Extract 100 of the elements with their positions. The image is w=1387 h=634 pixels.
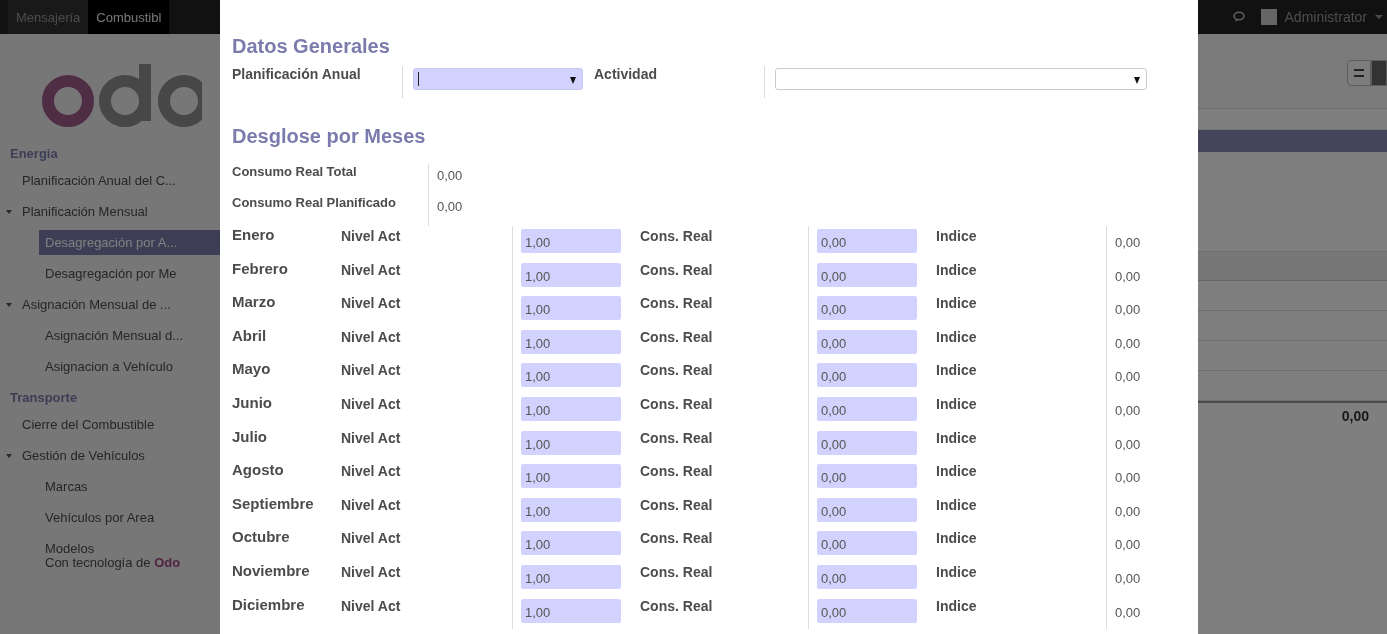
field-label: Nivel Act <box>341 596 402 616</box>
kanban-view-button[interactable] <box>1371 60 1387 86</box>
number-input[interactable]: 1,00 <box>521 329 621 354</box>
field-value: 0,00 <box>1115 369 1141 385</box>
month-label: Diciembre <box>232 595 306 615</box>
field-label: Cons. Real <box>639 361 714 381</box>
month-label: Noviembre <box>232 561 311 581</box>
month-label: Agosto <box>232 461 285 481</box>
number-input[interactable]: 1,00 <box>521 229 621 253</box>
field-label: Indice <box>935 462 978 482</box>
powered-by-text: Con tecnología de Odo <box>44 556 182 569</box>
month-label: Junio <box>232 393 273 413</box>
total-value: 0,00 <box>1341 408 1369 424</box>
section-title: Energia <box>9 145 59 163</box>
field-label: Indice <box>935 361 978 381</box>
number-input[interactable]: 0,00 <box>817 363 917 388</box>
sidebar-item[interactable]: Desagregación por Me <box>39 261 183 286</box>
field-label: Cons. Real <box>639 394 714 414</box>
field-value: 0,00 <box>437 199 463 214</box>
number-input[interactable]: 0,00 <box>817 329 917 354</box>
sidebar-item[interactable]: Cierre del Combustible <box>16 412 161 437</box>
field-label: Consumo Real Planificado <box>232 195 397 212</box>
expand-caret-icon[interactable] <box>6 453 12 458</box>
number-input[interactable]: 1,00 <box>521 598 621 623</box>
number-input[interactable]: 0,00 <box>817 497 917 522</box>
sidebar-item[interactable]: Asignación Mensual d... <box>39 323 190 348</box>
field-label: Indice <box>935 327 978 347</box>
caret-icon <box>570 77 576 84</box>
field-value: 0,00 <box>1115 604 1141 620</box>
field-label: Cons. Real <box>639 562 714 582</box>
field-label: Indice <box>935 495 978 515</box>
month-label: Mayo <box>232 360 272 380</box>
field-value: 0,00 <box>1115 436 1141 452</box>
number-input[interactable]: 0,00 <box>817 531 917 556</box>
month-label: Abril <box>232 326 268 346</box>
field-label: Cons. Real <box>639 428 714 448</box>
number-input[interactable]: 1,00 <box>521 430 621 455</box>
avatar-icon <box>1260 9 1277 25</box>
field-value: 0,00 <box>437 168 463 183</box>
expand-caret-icon[interactable] <box>6 209 12 214</box>
number-input[interactable]: 1,00 <box>521 296 621 321</box>
field-value: 0,00 <box>1115 570 1141 586</box>
number-input[interactable]: 1,00 <box>521 564 621 589</box>
number-input[interactable]: 0,00 <box>817 564 917 589</box>
field-value: 0,00 <box>1115 335 1141 351</box>
sidebar-item[interactable]: Asignacion a Vehículo <box>39 354 179 379</box>
select-field[interactable] <box>775 68 1147 90</box>
field-label: Nivel Act <box>341 260 402 280</box>
month-label: Enero <box>232 226 276 245</box>
field-label: Nivel Act <box>341 529 402 549</box>
field-label: Indice <box>935 394 978 414</box>
sidebar-item[interactable]: Planificación Anual del C... <box>16 168 182 193</box>
number-input[interactable]: 1,00 <box>521 396 621 421</box>
number-input[interactable]: 1,00 <box>521 363 621 388</box>
field-label: Cons. Real <box>639 495 714 515</box>
chat-icon[interactable] <box>1232 11 1247 23</box>
field-label: Nivel Act <box>341 462 402 482</box>
number-input[interactable]: 0,00 <box>817 464 917 489</box>
field-label: Cons. Real <box>639 327 714 347</box>
field-label: Consumo Real Total <box>232 164 358 181</box>
section-title: Transporte <box>9 389 79 407</box>
field-label: Cons. Real <box>639 260 714 280</box>
field-label: Cons. Real <box>639 596 714 616</box>
sidebar-item[interactable]: Planificación Mensual <box>16 199 154 224</box>
field-value: 0,00 <box>1115 503 1141 519</box>
field-value: 0,00 <box>1115 537 1141 553</box>
menu-item[interactable]: Combustibl <box>88 0 170 34</box>
number-input[interactable]: 0,00 <box>817 262 917 287</box>
field-label: Nivel Act <box>341 361 402 381</box>
field-value: 0,00 <box>1115 268 1141 284</box>
field-label: Indice <box>935 529 978 549</box>
number-input[interactable]: 1,00 <box>521 497 621 522</box>
number-input[interactable]: 0,00 <box>817 598 917 623</box>
list-view-button[interactable] <box>1347 60 1371 86</box>
field-value: 0,00 <box>1115 302 1141 318</box>
section-heading: Desglose por Meses <box>232 124 427 148</box>
number-input[interactable]: 1,00 <box>521 262 621 287</box>
number-input[interactable]: 0,00 <box>817 430 917 455</box>
caret-icon <box>1134 77 1140 84</box>
month-label: Julio <box>232 427 268 447</box>
field-label: Indice <box>935 428 978 448</box>
number-input[interactable]: 0,00 <box>817 229 917 253</box>
sidebar-item[interactable]: Vehículos por Area <box>39 505 161 530</box>
number-input[interactable]: 1,00 <box>521 531 621 556</box>
number-input[interactable]: 1,00 <box>521 464 621 489</box>
sidebar-item[interactable]: Gestión de Vehículos <box>16 443 151 468</box>
field-label: Indice <box>935 562 978 582</box>
field-label: Indice <box>935 227 978 246</box>
sidebar-item[interactable]: Marcas <box>39 474 94 499</box>
field-label: Planificación Anual <box>232 66 362 82</box>
field-label: Nivel Act <box>341 227 402 246</box>
field-label: Actividad <box>594 66 658 82</box>
field-value: 0,00 <box>1115 235 1141 250</box>
number-input[interactable]: 0,00 <box>817 396 917 421</box>
field-label: Nivel Act <box>341 394 402 414</box>
field-value: 0,00 <box>1115 402 1141 418</box>
select-field[interactable] <box>413 68 583 90</box>
expand-caret-icon[interactable] <box>6 302 12 307</box>
number-input[interactable]: 0,00 <box>817 296 917 321</box>
sidebar-item[interactable]: Asignación Mensual de ... <box>16 292 177 317</box>
